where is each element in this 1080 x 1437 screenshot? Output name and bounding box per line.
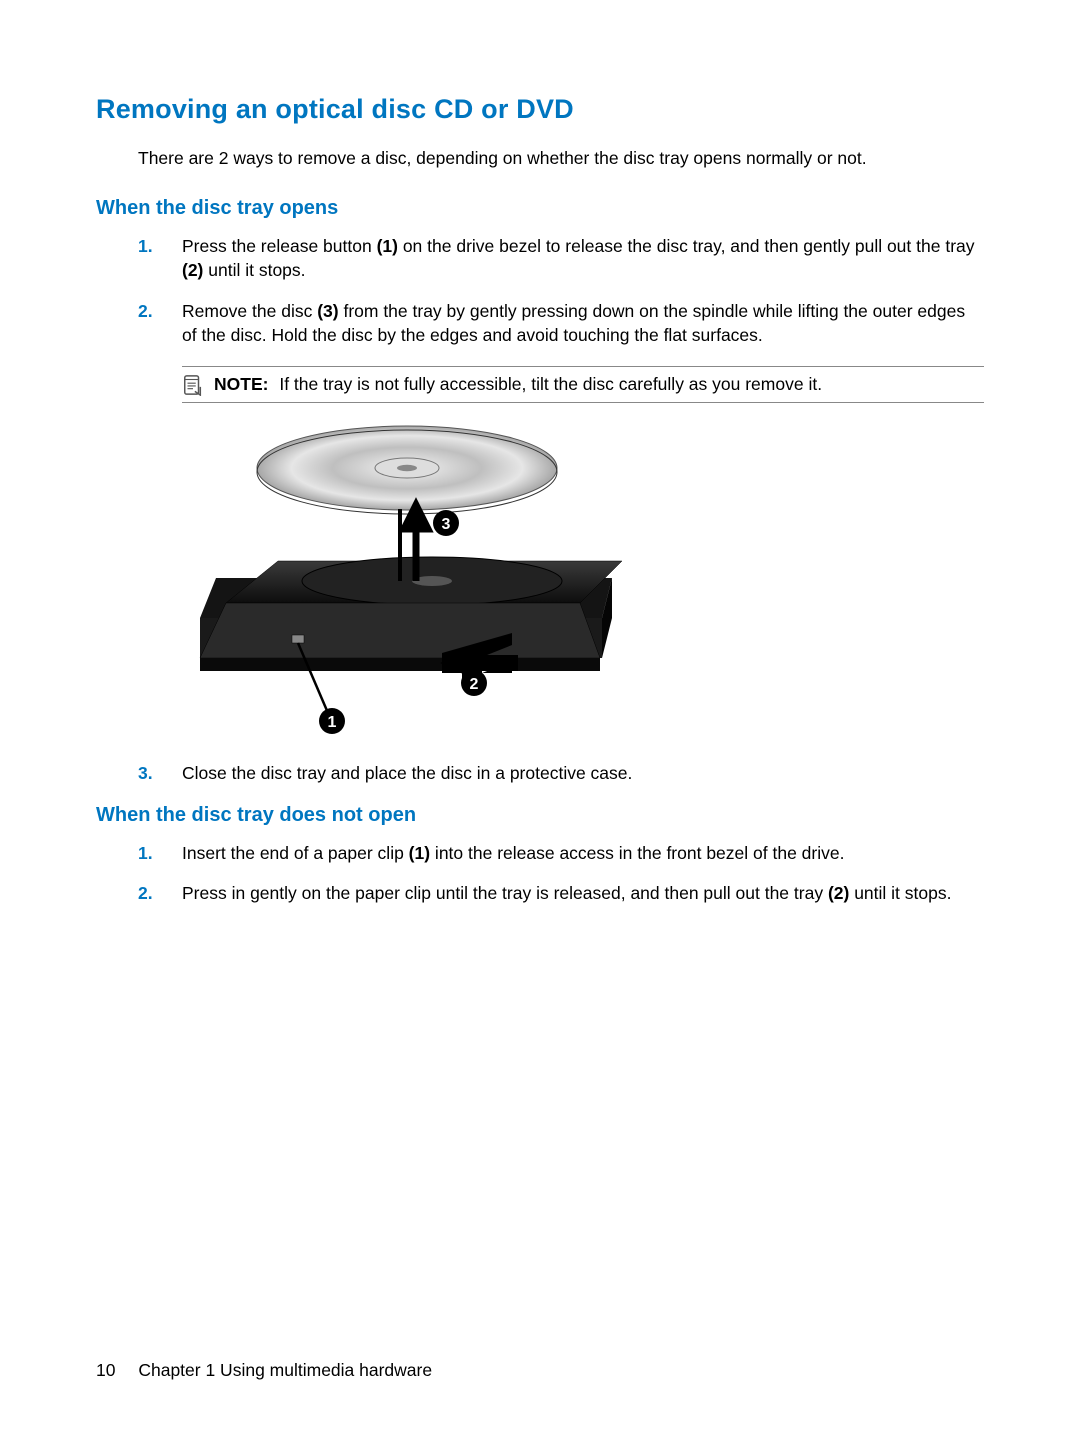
list-item: 2. Remove the disc (3) from the tray by … xyxy=(138,299,984,348)
svg-text:3: 3 xyxy=(442,516,451,533)
intro-paragraph: There are 2 ways to remove a disc, depen… xyxy=(138,147,984,171)
note-icon xyxy=(182,374,204,396)
step-text: Remove the disc (3) from the tray by gen… xyxy=(182,301,965,346)
svg-text:2: 2 xyxy=(470,676,479,693)
list-item: 1. Press the release button (1) on the d… xyxy=(138,234,984,283)
list-item: 3. Close the disc tray and place the dis… xyxy=(138,761,984,786)
svg-text:1: 1 xyxy=(328,714,337,731)
chapter-label: Chapter 1 Using multimedia hardware xyxy=(138,1360,432,1380)
note-text: If the tray is not fully accessible, til… xyxy=(279,374,822,394)
tray-bezel-graphic xyxy=(200,603,600,671)
list-item: 1. Insert the end of a paper clip (1) in… xyxy=(138,841,984,866)
page-footer: 10 Chapter 1 Using multimedia hardware xyxy=(96,1360,432,1381)
page-title: Removing an optical disc CD or DVD xyxy=(96,94,984,125)
note-content: NOTE: If the tray is not fully accessibl… xyxy=(214,373,822,397)
page-number: 10 xyxy=(96,1360,115,1380)
step-text: Press in gently on the paper clip until … xyxy=(182,883,951,903)
callout-2: 2 xyxy=(461,670,487,696)
disc-graphic xyxy=(257,426,557,514)
list-item: 2. Press in gently on the paper clip unt… xyxy=(138,881,984,906)
optical-drive-illustration: 3 2 1 xyxy=(182,413,622,743)
step-number: 3. xyxy=(138,761,153,786)
step-number: 1. xyxy=(138,841,153,866)
step-text: Close the disc tray and place the disc i… xyxy=(182,763,632,783)
callout-3: 3 xyxy=(433,510,459,536)
document-page: Removing an optical disc CD or DVD There… xyxy=(0,0,1080,1437)
step-text: Insert the end of a paper clip (1) into … xyxy=(182,843,844,863)
section-a-steps: 1. Press the release button (1) on the d… xyxy=(138,234,984,348)
step-number: 2. xyxy=(138,299,153,324)
section-a-steps-continued: 3. Close the disc tray and place the dis… xyxy=(138,761,984,786)
step-text: Press the release button (1) on the driv… xyxy=(182,236,975,281)
section-b-steps: 1. Insert the end of a paper clip (1) in… xyxy=(138,841,984,906)
note-label: NOTE: xyxy=(214,374,268,394)
section-b-heading: When the disc tray does not open xyxy=(96,804,984,827)
disc-tray-graphic xyxy=(226,557,622,605)
section-a-heading: When the disc tray opens xyxy=(96,197,984,220)
step-number: 1. xyxy=(138,234,153,259)
step-number: 2. xyxy=(138,881,153,906)
note-box: NOTE: If the tray is not fully accessibl… xyxy=(182,366,984,404)
